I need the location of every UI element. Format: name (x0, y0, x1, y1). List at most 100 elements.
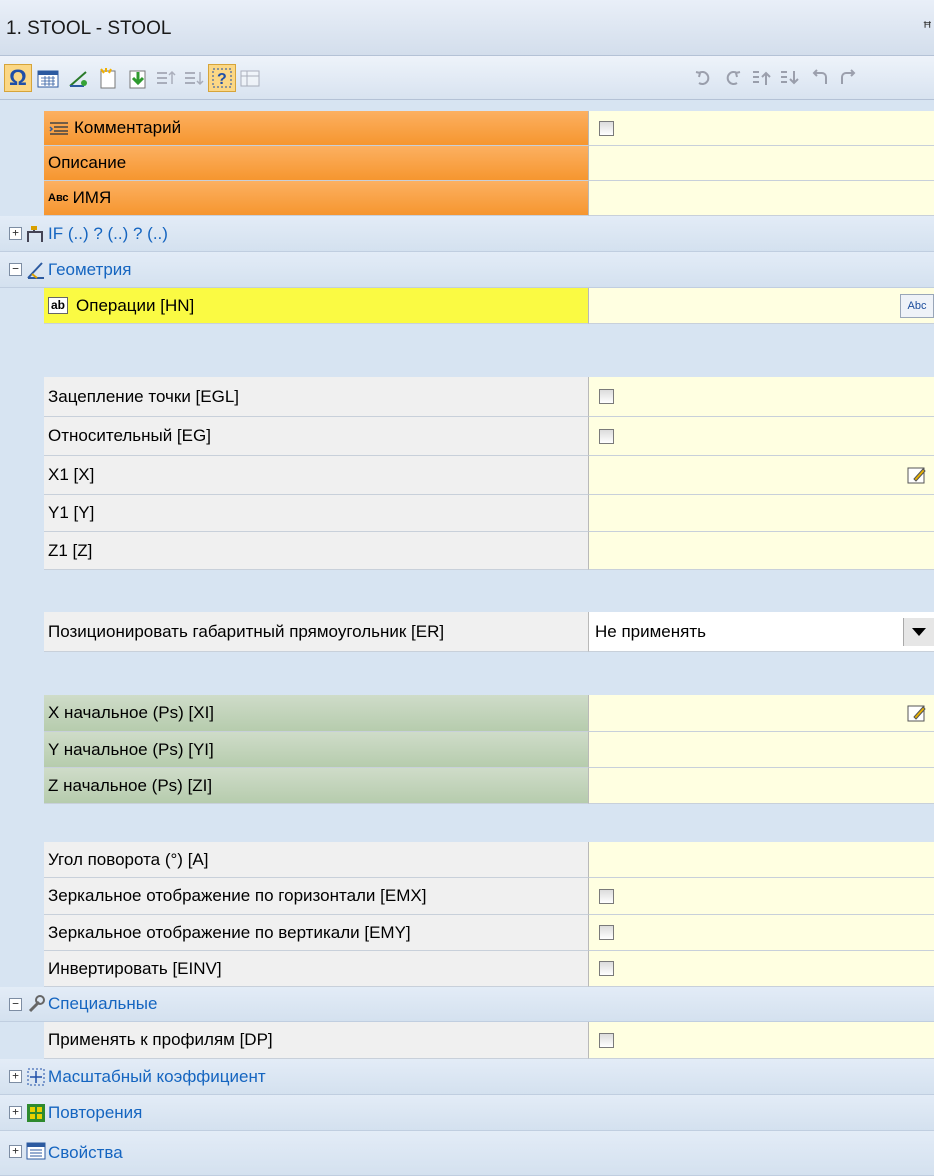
emx-value[interactable] (588, 878, 934, 915)
z1-value[interactable] (588, 532, 934, 570)
help-icon[interactable]: ? (208, 64, 236, 92)
eg-value[interactable] (588, 417, 934, 456)
label-description: Описание (44, 146, 588, 181)
label-xi: X начальное (Ps) [XI] (44, 695, 588, 732)
label-operations: ab Операции [HN] (44, 288, 588, 324)
xi-value[interactable] (588, 695, 934, 732)
zi-value[interactable] (588, 768, 934, 804)
new-icon[interactable] (94, 64, 122, 92)
row-dp: Применять к профилям [DP] (0, 1022, 934, 1059)
comment-label: Комментарий (74, 118, 182, 137)
einv-label: Инвертировать [EINV] (48, 958, 222, 978)
row-zi: Z начальное (Ps) [ZI] (0, 768, 934, 804)
emy-value[interactable] (588, 915, 934, 951)
group-repeat[interactable]: + Повторения (0, 1095, 934, 1131)
einv-checkbox[interactable] (599, 961, 614, 976)
er-label: Позиционировать габаритный прямоугольник… (48, 621, 445, 641)
emx-checkbox[interactable] (599, 888, 614, 904)
group-special[interactable]: − Специальные (0, 987, 934, 1022)
text-abc-icon: Авс (48, 192, 69, 204)
label-egl: Зацепление точки [EGL] (44, 377, 588, 417)
toolbar: Ω ? (0, 56, 934, 100)
expand-icon[interactable]: + (9, 227, 22, 240)
egl-label: Зацепление точки [EGL] (48, 386, 240, 406)
label-yi: Y начальное (Ps) [YI] (44, 732, 588, 768)
angle-value[interactable] (588, 842, 934, 878)
row-y1: Y1 [Y] (0, 495, 934, 532)
collapse-icon[interactable]: − (9, 997, 22, 1011)
title-bar: 1. STOOL - STOOL ꟸ (0, 0, 934, 56)
expand-icon[interactable]: + (9, 1070, 22, 1083)
group-if[interactable]: + IF (..) ? (..) ? (..) (0, 216, 934, 252)
spacer (0, 324, 934, 377)
step-down-icon[interactable] (776, 64, 804, 92)
calendar-icon[interactable] (34, 64, 62, 92)
expand-icon[interactable]: + (9, 1145, 22, 1158)
description-label: Описание (48, 153, 127, 172)
einv-value[interactable] (588, 951, 934, 987)
edit-icon[interactable] (900, 463, 934, 487)
label-y1: Y1 [Y] (44, 495, 588, 532)
condition-icon (26, 224, 46, 244)
er-select[interactable]: Не применять (588, 612, 934, 652)
table-icon[interactable] (236, 64, 264, 92)
property-grid: Комментарий Описание Авс ИМЯ + IF (..) ?… (0, 103, 934, 1176)
dp-checkbox[interactable] (599, 1032, 614, 1048)
row-comment: Комментарий (0, 111, 934, 146)
row-eg: Относительный [EG] (0, 417, 934, 456)
yi-value[interactable] (588, 732, 934, 768)
undo-icon[interactable] (690, 64, 718, 92)
name-label: ИМЯ (72, 188, 112, 207)
eg-checkbox[interactable] (599, 428, 614, 444)
row-x1: X1 [X] (0, 456, 934, 495)
x1-label: X1 [X] (48, 465, 95, 484)
operations-label: Операции [HN] (76, 295, 195, 315)
group-properties[interactable]: + Свойства (0, 1131, 934, 1176)
xi-label: X начальное (Ps) [XI] (48, 703, 215, 722)
svg-text:?: ? (217, 71, 227, 88)
comment-value[interactable] (588, 111, 934, 146)
import-icon[interactable] (124, 64, 152, 92)
y1-value[interactable] (588, 495, 934, 532)
egl-value[interactable] (588, 377, 934, 417)
group-properties-label: Свойства (48, 1143, 123, 1162)
group-repeat-label: Повторения (48, 1102, 143, 1122)
abc-button[interactable]: Abc (900, 293, 934, 318)
omega-icon[interactable]: Ω (4, 64, 32, 92)
scale-icon (26, 1067, 46, 1087)
comment-checkbox[interactable] (599, 120, 614, 136)
spacer (0, 804, 934, 842)
label-comment: Комментарий (44, 111, 588, 146)
emx-label: Зеркальное отображение по горизонтали [E… (48, 886, 427, 905)
label-emx: Зеркальное отображение по горизонтали [E… (44, 878, 588, 915)
label-dp: Применять к профилям [DP] (44, 1022, 588, 1059)
group-geometry-label: Геометрия (48, 259, 132, 279)
z1-label: Z1 [Z] (48, 540, 93, 560)
back-icon[interactable] (806, 64, 834, 92)
x1-value[interactable] (588, 456, 934, 495)
row-xi: X начальное (Ps) [XI] (0, 695, 934, 732)
group-geometry[interactable]: − Геометрия (0, 252, 934, 288)
forward-icon[interactable] (834, 64, 862, 92)
description-value[interactable] (588, 146, 934, 181)
redo-icon[interactable] (718, 64, 746, 92)
row-yi: Y начальное (Ps) [YI] (0, 732, 934, 768)
operations-value[interactable]: Abc (588, 288, 934, 324)
row-z1: Z1 [Z] (0, 532, 934, 570)
egl-checkbox[interactable] (599, 389, 614, 404)
group-scale[interactable]: + Масштабный коэффициент (0, 1059, 934, 1095)
move-down-icon[interactable] (180, 64, 208, 92)
comment-icon (48, 120, 70, 136)
chevron-down-icon[interactable] (903, 617, 934, 646)
expand-icon[interactable]: + (9, 1106, 22, 1119)
dp-value[interactable] (588, 1022, 934, 1059)
move-up-icon[interactable] (152, 64, 180, 92)
pin-icon[interactable]: ꟸ (923, 18, 932, 38)
edit-icon[interactable] (900, 701, 934, 725)
er-selected-value: Не применять (595, 621, 706, 641)
geometry-icon[interactable] (64, 64, 92, 92)
step-up-icon[interactable] (748, 64, 776, 92)
emy-checkbox[interactable] (599, 925, 614, 940)
name-value[interactable] (588, 181, 934, 216)
collapse-icon[interactable]: − (9, 263, 22, 276)
